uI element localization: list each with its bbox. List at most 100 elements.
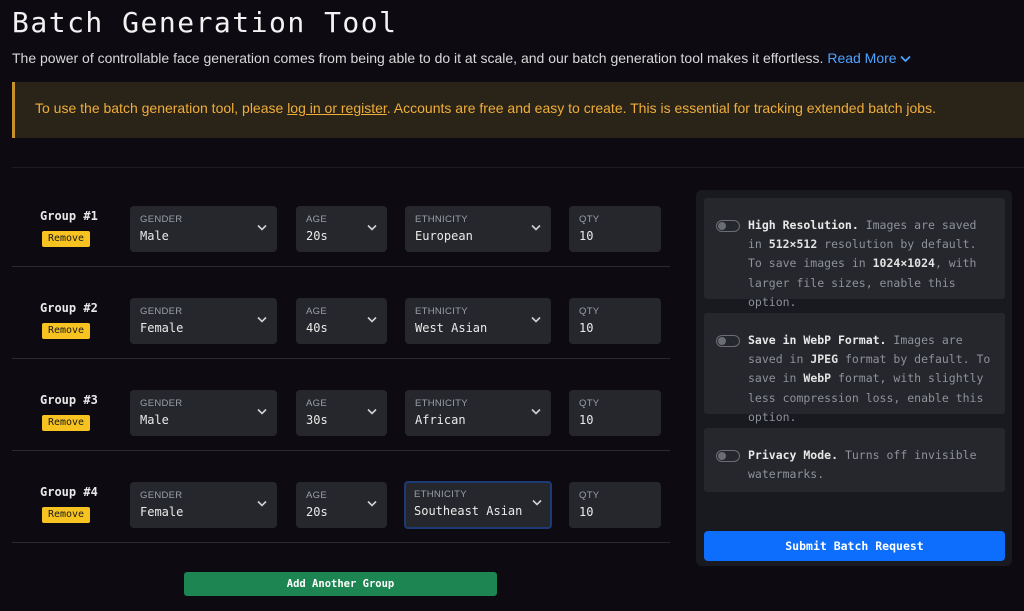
age-value: 20s xyxy=(306,505,328,519)
remove-group-button[interactable]: Remove xyxy=(42,323,90,339)
age-label: AGE xyxy=(306,214,327,225)
qty-value: 10 xyxy=(579,321,594,335)
toggle-knob xyxy=(718,452,726,460)
webp-format-toggle[interactable] xyxy=(716,335,740,347)
gender-value: Male xyxy=(140,229,169,243)
age-select[interactable]: AGE 20s xyxy=(296,482,387,528)
section-divider xyxy=(12,167,1024,168)
chevron-down-icon xyxy=(257,500,267,507)
group-row: Group #4 Remove GENDER Female AGE 20s ET… xyxy=(12,451,670,543)
age-label: AGE xyxy=(306,398,327,409)
age-value: 20s xyxy=(306,229,328,243)
ethnicity-select[interactable]: ETHNICITY European xyxy=(405,206,551,252)
gender-value: Female xyxy=(140,321,184,335)
group-label: Group #3 xyxy=(40,393,98,407)
add-group-button[interactable]: Add Another Group xyxy=(184,572,497,596)
ethnicity-label: ETHNICITY xyxy=(415,306,468,317)
chevron-down-icon xyxy=(257,408,267,415)
age-label: AGE xyxy=(306,306,327,317)
toggle-knob xyxy=(718,222,726,230)
gender-select[interactable]: GENDER Female xyxy=(130,298,277,344)
webp-format-option: Save in WebP Format. Images are saved in… xyxy=(704,313,1005,424)
ethnicity-value: European xyxy=(415,229,473,243)
age-label: AGE xyxy=(306,490,327,501)
age-value: 40s xyxy=(306,321,328,335)
ethnicity-value: Southeast Asian xyxy=(414,504,523,518)
qty-input[interactable]: QTY 10 xyxy=(569,482,661,528)
chevron-down-icon xyxy=(531,408,541,415)
gender-select[interactable]: GENDER Female xyxy=(130,482,277,528)
privacy-mode-option: Privacy Mode. Turns off invisible waterm… xyxy=(704,428,1005,492)
submit-batch-button[interactable]: Submit Batch Request xyxy=(704,531,1005,561)
ethnicity-value: West Asian xyxy=(415,321,488,335)
chevron-down-icon xyxy=(531,316,541,323)
chevron-down-icon xyxy=(257,316,267,323)
qty-label: QTY xyxy=(579,490,600,501)
gender-label: GENDER xyxy=(140,398,183,409)
group-label: Group #1 xyxy=(40,209,98,223)
page-subtitle: The power of controllable face generatio… xyxy=(12,50,911,66)
gender-label: GENDER xyxy=(140,306,183,317)
privacy-mode-toggle[interactable] xyxy=(716,450,740,462)
group-row: Group #3 Remove GENDER Male AGE 30s ETHN… xyxy=(12,359,670,451)
chevron-down-icon xyxy=(367,408,377,415)
notice-suffix: . Accounts are free and easy to create. … xyxy=(386,100,936,116)
qty-input[interactable]: QTY 10 xyxy=(569,206,661,252)
high-resolution-description: High Resolution. Images are saved in 512… xyxy=(748,216,994,312)
gender-select[interactable]: GENDER Male xyxy=(130,206,277,252)
login-notice: To use the batch generation tool, please… xyxy=(12,82,1024,138)
remove-group-button[interactable]: Remove xyxy=(42,507,90,523)
qty-value: 10 xyxy=(579,505,594,519)
notice-text: To use the batch generation tool, please… xyxy=(35,100,936,116)
webp-format-description: Save in WebP Format. Images are saved in… xyxy=(748,331,994,427)
remove-group-button[interactable]: Remove xyxy=(42,415,90,431)
gender-label: GENDER xyxy=(140,214,183,225)
login-register-link[interactable]: log in or register xyxy=(287,100,387,116)
ethnicity-select[interactable]: ETHNICITY West Asian xyxy=(405,298,551,344)
age-select[interactable]: AGE 20s xyxy=(296,206,387,252)
ethnicity-label: ETHNICITY xyxy=(414,489,467,500)
option-title: Save in WebP Format. xyxy=(748,333,887,347)
read-more-link[interactable]: Read More xyxy=(827,50,911,66)
chevron-down-icon xyxy=(257,224,267,231)
option-title: Privacy Mode. xyxy=(748,448,839,462)
privacy-mode-description: Privacy Mode. Turns off invisible waterm… xyxy=(748,446,994,484)
group-label: Group #4 xyxy=(40,485,98,499)
row-divider xyxy=(12,542,670,543)
qty-input[interactable]: QTY 10 xyxy=(569,390,661,436)
high-resolution-option: High Resolution. Images are saved in 512… xyxy=(704,198,1005,309)
ethnicity-select[interactable]: ETHNICITY Southeast Asian xyxy=(404,481,552,529)
page-title: Batch Generation Tool xyxy=(12,6,398,39)
option-highlight: 1024×1024 xyxy=(872,256,935,271)
qty-label: QTY xyxy=(579,306,600,317)
gender-label: GENDER xyxy=(140,490,183,501)
notice-prefix: To use the batch generation tool, please xyxy=(35,100,288,116)
chevron-down-icon xyxy=(367,500,377,507)
qty-label: QTY xyxy=(579,398,600,409)
toggle-knob xyxy=(718,337,726,345)
ethnicity-label: ETHNICITY xyxy=(415,398,468,409)
remove-group-button[interactable]: Remove xyxy=(42,231,90,247)
group-row: Group #2 Remove GENDER Female AGE 40s ET… xyxy=(12,267,670,359)
chevron-down-icon xyxy=(899,56,911,63)
age-select[interactable]: AGE 30s xyxy=(296,390,387,436)
option-highlight: 512×512 xyxy=(768,237,818,252)
high-resolution-toggle[interactable] xyxy=(716,220,740,232)
qty-input[interactable]: QTY 10 xyxy=(569,298,661,344)
group-row: Group #1 Remove GENDER Male AGE 20s ETHN… xyxy=(12,175,670,267)
chevron-down-icon xyxy=(531,224,541,231)
options-panel: High Resolution. Images are saved in 512… xyxy=(696,190,1012,566)
qty-label: QTY xyxy=(579,214,600,225)
group-label: Group #2 xyxy=(40,301,98,315)
read-more-label: Read More xyxy=(827,50,897,66)
subtitle-text: The power of controllable face generatio… xyxy=(12,50,824,66)
option-highlight: WebP xyxy=(803,371,832,386)
chevron-down-icon xyxy=(367,224,377,231)
ethnicity-value: African xyxy=(415,413,466,427)
qty-value: 10 xyxy=(579,229,594,243)
ethnicity-select[interactable]: ETHNICITY African xyxy=(405,390,551,436)
qty-value: 10 xyxy=(579,413,594,427)
age-select[interactable]: AGE 40s xyxy=(296,298,387,344)
gender-select[interactable]: GENDER Male xyxy=(130,390,277,436)
chevron-down-icon xyxy=(532,499,542,506)
